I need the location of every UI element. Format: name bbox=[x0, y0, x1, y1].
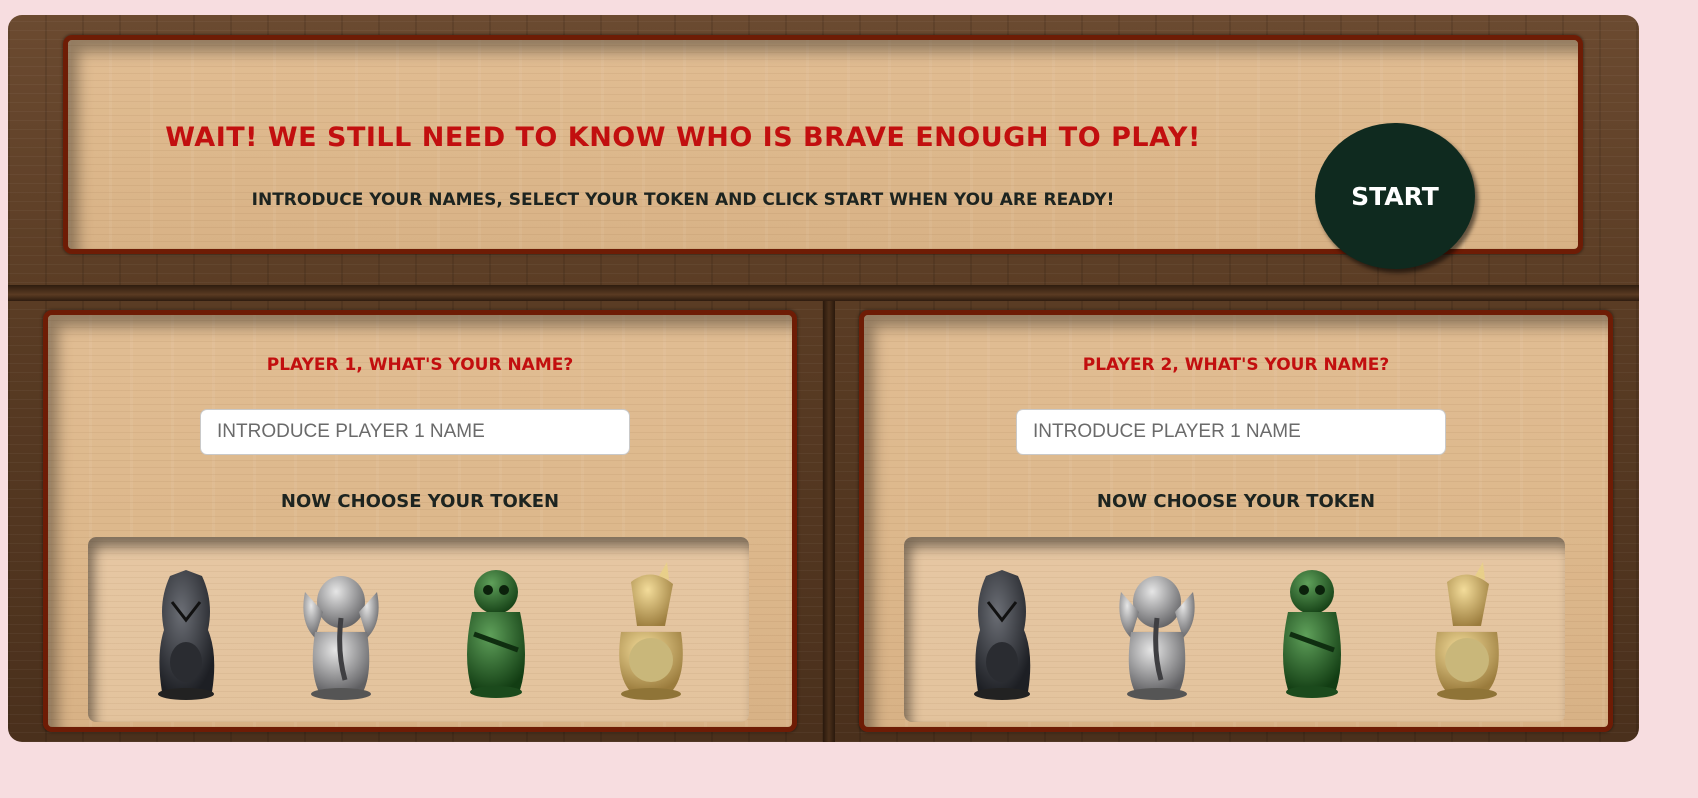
monkey-icon bbox=[467, 570, 526, 698]
player-1-panel: PLAYER 1, WHAT'S YOUR NAME? NOW CHOOSE Y… bbox=[43, 310, 797, 732]
player-2-token-label: NOW CHOOSE YOUR TOKEN bbox=[1096, 491, 1376, 512]
green-monkey-token[interactable] bbox=[452, 562, 540, 702]
black-gorilla-token[interactable] bbox=[142, 562, 230, 702]
start-button[interactable]: START bbox=[1315, 123, 1475, 269]
monkey-icon bbox=[1283, 570, 1342, 698]
silver-elephant-token[interactable] bbox=[1113, 562, 1201, 702]
rhino-icon bbox=[619, 562, 684, 700]
gorilla-icon bbox=[973, 570, 1030, 700]
green-monkey-token[interactable] bbox=[1268, 562, 1356, 702]
player-2-panel: PLAYER 2, WHAT'S YOUR NAME? NOW CHOOSE Y… bbox=[859, 310, 1613, 732]
player-1-title: PLAYER 1, WHAT'S YOUR NAME? bbox=[266, 355, 574, 375]
elephant-icon bbox=[303, 576, 379, 700]
player-2-name-input[interactable] bbox=[1016, 409, 1446, 455]
rhino-icon bbox=[1435, 562, 1500, 700]
instructions: INTRODUCE YOUR NAMES, SELECT YOUR TOKEN … bbox=[251, 190, 1115, 210]
elephant-icon bbox=[1119, 576, 1195, 700]
gold-rhino-token[interactable] bbox=[607, 562, 695, 702]
gorilla-icon bbox=[157, 570, 214, 700]
gold-rhino-token[interactable] bbox=[1423, 562, 1511, 702]
player-2-token-tray bbox=[904, 537, 1565, 722]
player-1-token-tray bbox=[88, 537, 749, 722]
intro-panel: WAIT! WE STILL NEED TO KNOW WHO IS BRAVE… bbox=[63, 35, 1583, 269]
black-gorilla-token[interactable] bbox=[958, 562, 1046, 702]
player-1-token-label: NOW CHOOSE YOUR TOKEN bbox=[280, 491, 560, 512]
player-2-title: PLAYER 2, WHAT'S YOUR NAME? bbox=[1082, 355, 1390, 375]
silver-elephant-token[interactable] bbox=[297, 562, 385, 702]
game-board: WAIT! WE STILL NEED TO KNOW WHO IS BRAVE… bbox=[8, 15, 1639, 742]
player-1-name-input[interactable] bbox=[200, 409, 630, 455]
headline: WAIT! WE STILL NEED TO KNOW WHO IS BRAVE… bbox=[165, 122, 1201, 153]
